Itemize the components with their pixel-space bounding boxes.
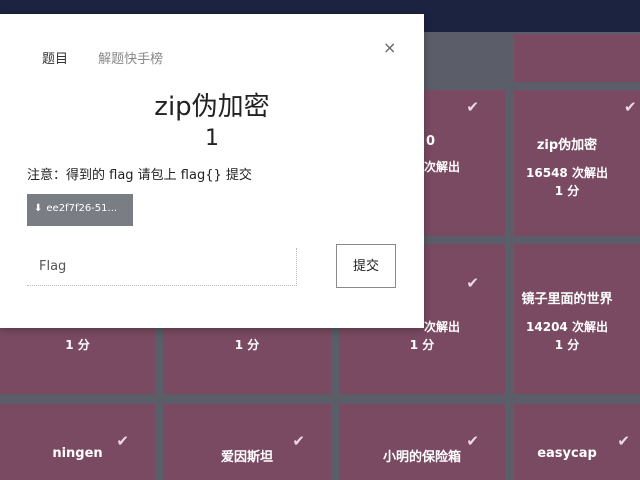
challenge-modal: 题目 解题快手榜 × zip伪加密 1 注意：得到的 flag 请包上 flag…	[0, 14, 424, 328]
challenge-solves: 16548 次解出	[526, 166, 608, 180]
challenge-points: 1 分	[65, 338, 90, 352]
close-icon[interactable]: ×	[383, 38, 396, 57]
challenge-tile-zip[interactable]: ✔ zip伪加密 16548 次解出 1 分	[514, 90, 640, 236]
challenge-tile[interactable]: 1 分	[163, 328, 331, 394]
file-name: ee2f7f26-51...	[46, 203, 118, 214]
challenge-tile-ningen[interactable]: ✔ ningen	[0, 404, 155, 480]
flag-format-note: 注意：得到的 flag 请包上 flag{} 提交	[27, 168, 252, 183]
tab-solve-leaderboard[interactable]: 解题快手榜	[98, 48, 163, 67]
challenge-name: easycap	[537, 446, 597, 461]
download-icon: ⬇	[34, 203, 43, 214]
modal-tabs: 题目 解题快手榜	[42, 48, 189, 67]
challenge-tile[interactable]	[514, 34, 640, 82]
challenge-name: 镜子里面的世界	[521, 292, 613, 307]
tab-challenge[interactable]: 题目	[42, 48, 68, 67]
challenge-name: 爱因斯坦	[220, 450, 273, 465]
challenge-tile-easycap[interactable]: ✔ easycap	[514, 404, 640, 480]
challenge-points: 1 分	[409, 338, 435, 352]
check-icon: ✔	[466, 98, 479, 116]
check-icon: ✔	[624, 98, 637, 116]
challenge-tile-safe[interactable]: ✔ 小明的保险箱	[339, 404, 505, 480]
challenge-points: 1	[205, 126, 219, 151]
challenge-points: 1 分	[554, 338, 580, 352]
challenge-points: 1 分	[554, 184, 580, 198]
challenge-solves: 次解出	[424, 160, 461, 174]
challenge-solves: 14204 次解出	[526, 320, 608, 334]
challenge-solves: 次解出	[424, 320, 461, 334]
flag-input[interactable]	[27, 248, 297, 286]
download-file-button[interactable]: ⬇ ee2f7f26-51...	[27, 194, 133, 226]
challenge-points: 1 分	[234, 338, 260, 352]
challenge-tile-einstein[interactable]: ✔ 爱因斯坦	[163, 404, 331, 480]
check-icon: ✔	[466, 274, 479, 292]
challenge-name: ningen	[52, 446, 103, 461]
submit-button[interactable]: 提交	[336, 244, 396, 288]
challenge-title: zip伪加密	[154, 92, 270, 122]
challenge-name: 小明的保险箱	[382, 450, 461, 465]
challenge-tile[interactable]: 1 分	[0, 328, 155, 394]
challenge-tile-mirror[interactable]: 镜子里面的世界 14204 次解出 1 分	[514, 244, 640, 394]
challenge-name: zip伪加密	[536, 138, 598, 153]
